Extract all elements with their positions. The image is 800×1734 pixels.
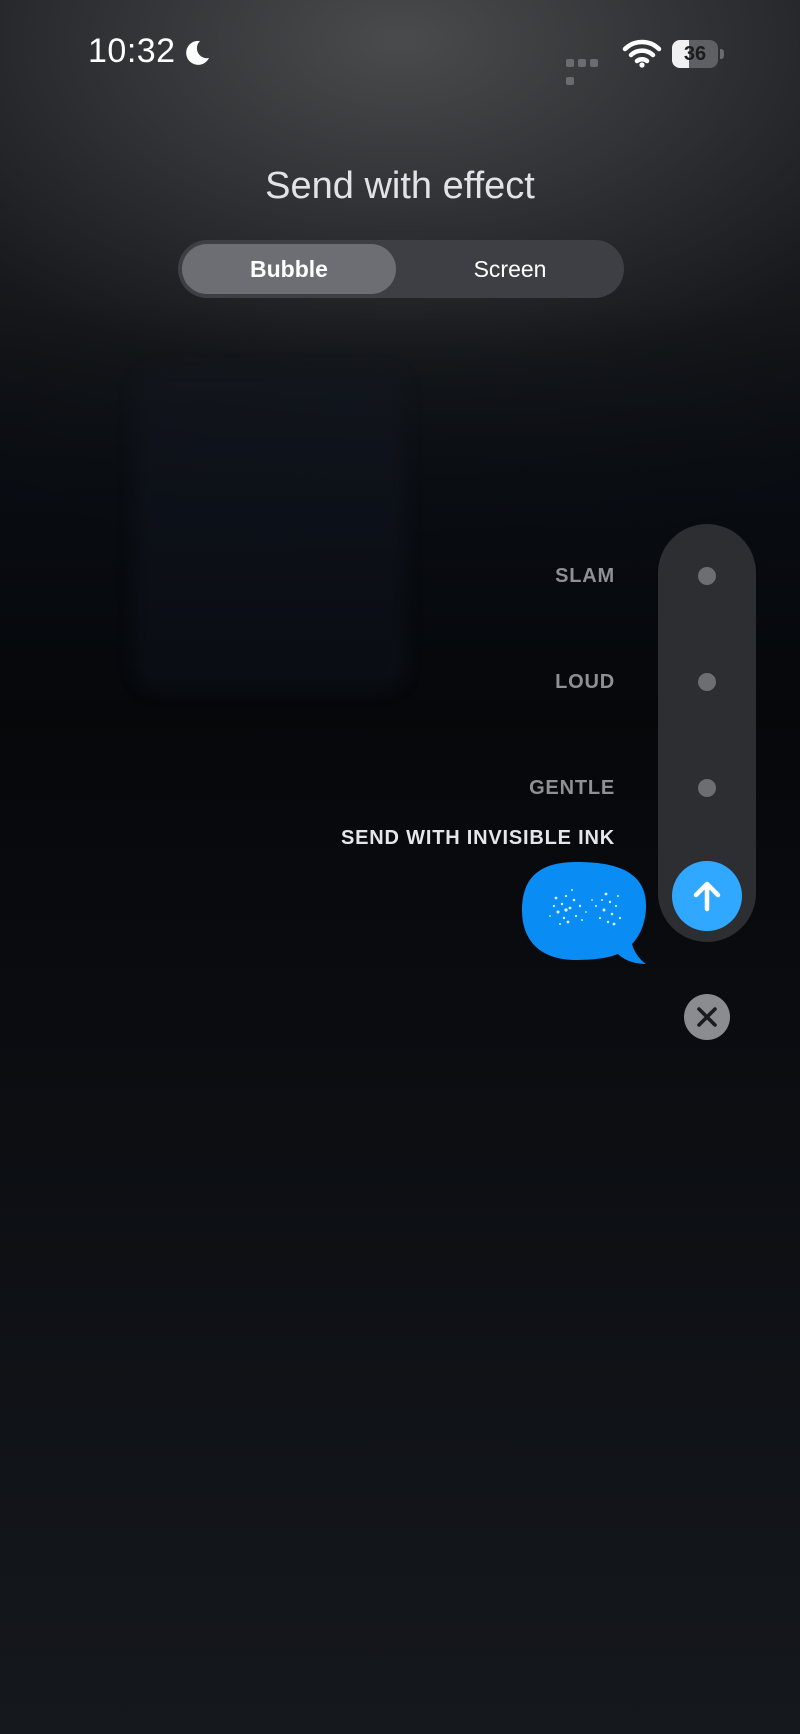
effect-loud-label[interactable]: LOUD [555, 671, 615, 694]
effect-gentle-label[interactable]: GENTLE [529, 777, 615, 800]
invisible-ink-message-bubble [522, 862, 646, 964]
page-title: Send with effect [265, 165, 535, 207]
arrow-up-icon [693, 881, 721, 912]
battery-percent: 36 [683, 43, 707, 65]
moon-icon [186, 40, 209, 65]
close-icon [697, 1007, 717, 1027]
status-time: 10:32 [88, 32, 176, 70]
wifi-icon [622, 39, 662, 68]
effect-slam-option[interactable] [698, 567, 716, 585]
effect-loud-option[interactable] [698, 673, 716, 691]
tab-bubble[interactable]: Bubble [182, 244, 396, 294]
tab-screen[interactable]: Screen [400, 244, 620, 294]
effect-gentle-option[interactable] [698, 779, 716, 797]
close-button[interactable] [684, 994, 730, 1040]
cellular-signal-icon [566, 54, 610, 85]
effect-slam-label[interactable]: SLAM [555, 565, 615, 588]
battery-icon: 36 [672, 40, 724, 68]
status-bar: 10:32 36 [0, 0, 800, 110]
effect-selector-rail [658, 524, 756, 942]
send-button[interactable] [672, 861, 742, 931]
effect-invisible-ink-label[interactable]: SEND WITH INVISIBLE INK [341, 827, 615, 850]
effect-type-segmented-control: Bubble Screen [178, 240, 624, 298]
blurred-conversation [135, 370, 405, 690]
